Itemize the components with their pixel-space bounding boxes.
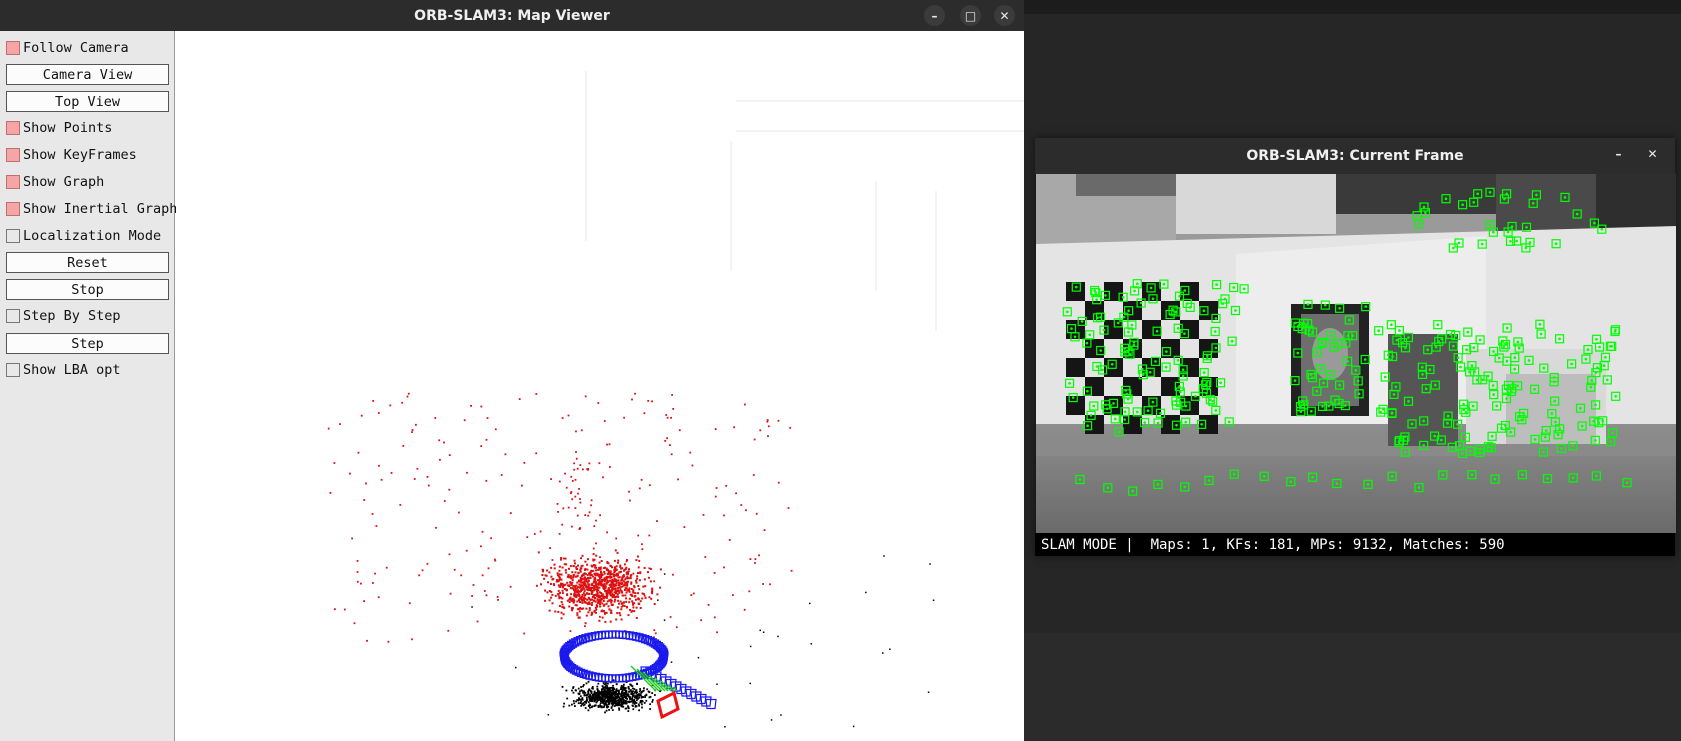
checkbox-box[interactable]: [6, 121, 20, 135]
show-graph-checkbox[interactable]: Show Graph: [6, 172, 104, 192]
background-lower-region: [1024, 633, 1681, 741]
camera-view-button[interactable]: Camera View: [6, 64, 169, 85]
show-points-checkbox[interactable]: Show Points: [6, 118, 112, 138]
map-viewer-titlebar[interactable]: ORB-SLAM3: Map Viewer – □ ✕: [0, 0, 1024, 31]
checkbox-box[interactable]: [6, 229, 20, 243]
current-frame-title: ORB-SLAM3: Current Frame: [1246, 148, 1464, 164]
map-viewer-title: ORB-SLAM3: Map Viewer: [414, 7, 610, 24]
show-inertial-graph-checkbox[interactable]: Show Inertial Graph: [6, 199, 177, 219]
checkbox-label: Follow Camera: [23, 40, 129, 56]
localization-mode-checkbox[interactable]: Localization Mode: [6, 226, 161, 246]
checkbox-box[interactable]: [6, 175, 20, 189]
camera-frame-image: [1036, 174, 1676, 533]
button-label: Reset: [67, 254, 108, 271]
button-label: Step: [71, 335, 104, 352]
button-label: Top View: [54, 93, 121, 110]
minimize-button[interactable]: –: [924, 5, 945, 26]
close-icon: ✕: [1647, 146, 1658, 161]
checkbox-label: Show Points: [23, 120, 113, 136]
checkbox-box[interactable]: [6, 202, 20, 216]
checkbox-label: Step By Step: [23, 308, 121, 324]
minimize-icon: –: [1615, 146, 1622, 161]
checkbox-label: Show Graph: [23, 174, 105, 190]
map-3d-canvas[interactable]: [176, 31, 1024, 741]
control-panel: Follow Camera Camera View Top View Show …: [0, 31, 177, 741]
maximize-button[interactable]: □: [960, 5, 981, 26]
background-topbar: [1024, 0, 1681, 14]
close-button[interactable]: ✕: [1642, 143, 1663, 164]
checkbox-box[interactable]: [6, 41, 20, 55]
checkbox-label: Show Inertial Graph: [23, 201, 178, 217]
maximize-icon: □: [964, 8, 977, 23]
map-viewer-window: ORB-SLAM3: Map Viewer – □ ✕ Follow Camer…: [0, 0, 1024, 741]
reset-button[interactable]: Reset: [6, 252, 169, 273]
show-lba-opt-checkbox[interactable]: Show LBA opt: [6, 360, 121, 380]
step-button[interactable]: Step: [6, 333, 169, 354]
step-by-step-checkbox[interactable]: Step By Step: [6, 306, 121, 326]
minimize-icon: –: [931, 8, 938, 23]
slam-status-text: SLAM MODE | Maps: 1, KFs: 181, MPs: 9132…: [1041, 536, 1505, 553]
checkbox-label: Localization Mode: [23, 228, 162, 244]
minimize-button[interactable]: –: [1608, 143, 1629, 164]
checkbox-label: Show LBA opt: [23, 362, 121, 378]
top-view-button[interactable]: Top View: [6, 91, 169, 112]
checkbox-box[interactable]: [6, 148, 20, 162]
close-icon: ✕: [999, 8, 1010, 23]
button-label: Stop: [71, 281, 104, 298]
checkbox-box[interactable]: [6, 309, 20, 323]
checkbox-box[interactable]: [6, 363, 20, 377]
close-button[interactable]: ✕: [994, 5, 1015, 26]
checkbox-label: Show KeyFrames: [23, 147, 137, 163]
current-frame-titlebar[interactable]: ORB-SLAM3: Current Frame – ✕: [1035, 138, 1675, 174]
current-frame-window: ORB-SLAM3: Current Frame – ✕ SLAM MODE |…: [1035, 138, 1676, 556]
follow-camera-checkbox[interactable]: Follow Camera: [6, 38, 129, 58]
show-keyframes-checkbox[interactable]: Show KeyFrames: [6, 145, 137, 165]
stop-button[interactable]: Stop: [6, 279, 169, 300]
status-bar: SLAM MODE | Maps: 1, KFs: 181, MPs: 9132…: [1035, 533, 1675, 556]
button-label: Camera View: [42, 66, 133, 83]
